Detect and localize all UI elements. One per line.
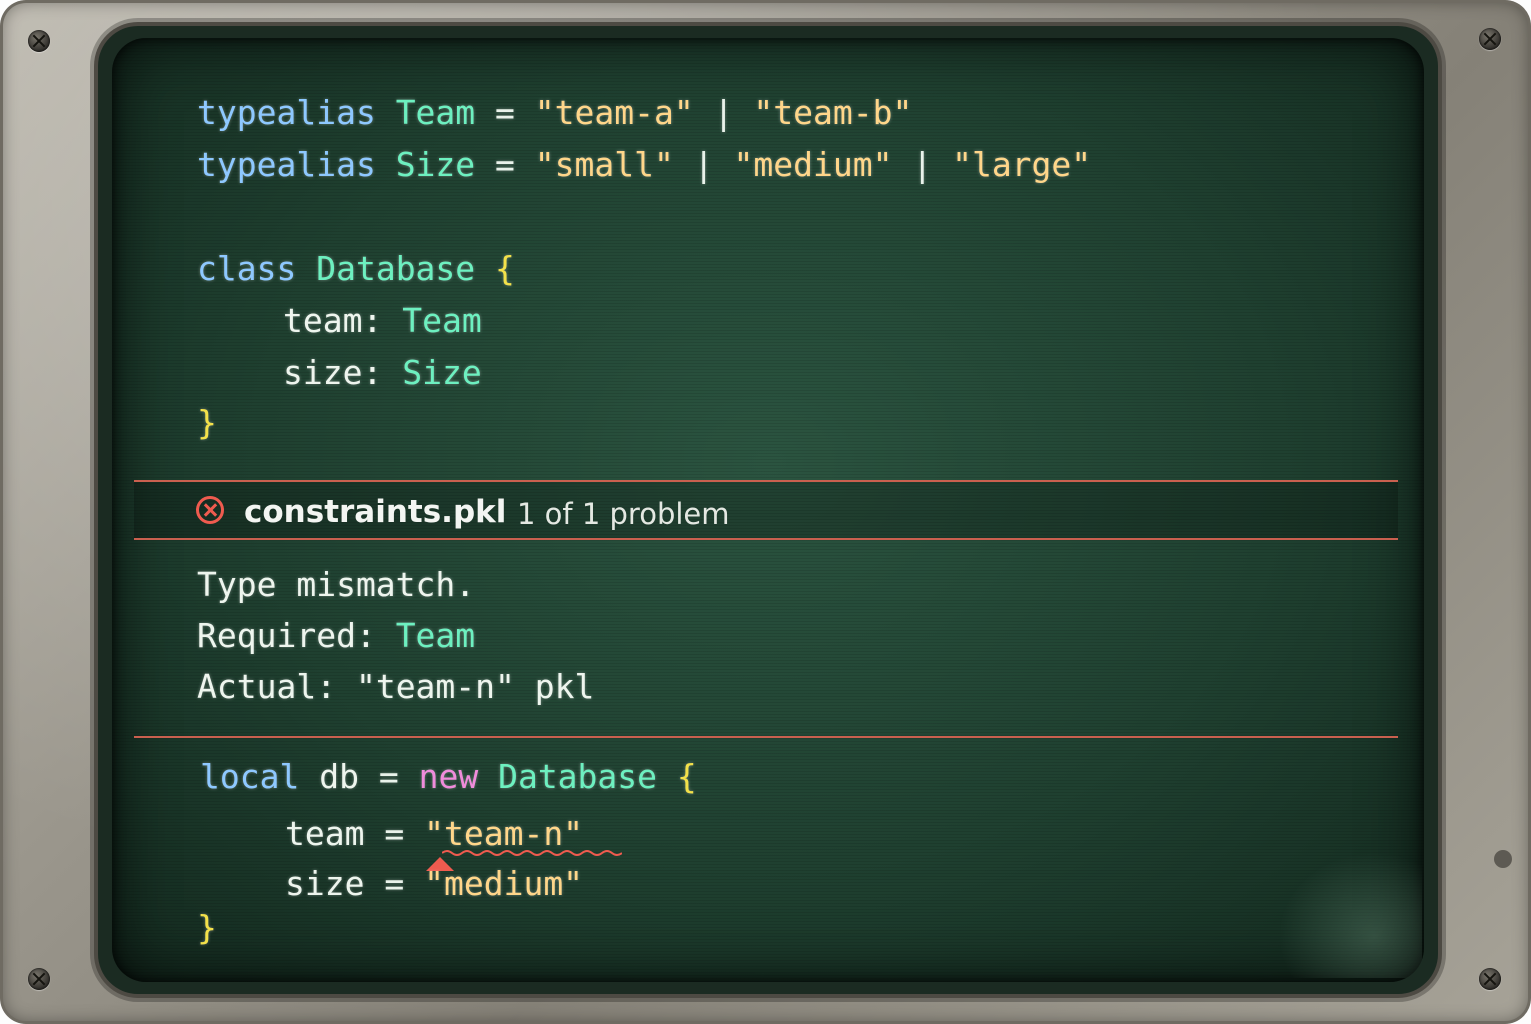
code-line-class-close[interactable]: } (197, 406, 217, 439)
class-name: Database (498, 757, 658, 796)
code-line-class-decl[interactable]: class Database { (197, 252, 515, 285)
code-line-assign-size[interactable]: size = "medium" (285, 867, 583, 900)
string-literal: "team-a" (534, 93, 694, 132)
error-string-literal[interactable]: "team-n" (424, 814, 583, 853)
error-squiggle (442, 850, 622, 856)
code-line-local-decl[interactable]: local db = new Database { (200, 760, 697, 793)
operator: = (384, 864, 405, 903)
knob-icon (1494, 850, 1512, 868)
required-type: Team (395, 616, 476, 655)
field-name: size: (283, 353, 383, 392)
type-name: Size (402, 353, 482, 392)
actual-label: Actual: (197, 667, 337, 706)
operator: = (384, 814, 405, 853)
screw-icon (1479, 968, 1501, 990)
problem-required-line: Required: Team (197, 619, 475, 652)
property-name: size (285, 864, 365, 903)
problem-message-line: Type mismatch. (197, 568, 475, 601)
string-literal: "small" (534, 145, 674, 184)
screen-glare (1262, 838, 1422, 978)
code-line-local-close[interactable]: } (197, 911, 217, 944)
keyword: class (197, 249, 297, 288)
code-line-typealias-size[interactable]: typealias Size = "small" | "medium" | "l… (197, 148, 1091, 181)
screw-icon (28, 30, 50, 52)
keyword: typealias (197, 145, 376, 184)
keyword: local (200, 757, 300, 796)
keyword: typealias (197, 93, 376, 132)
operator: = (495, 93, 515, 132)
string-literal: "team-b" (753, 93, 913, 132)
type-name: Team (395, 93, 476, 132)
operator: | (912, 145, 933, 184)
required-label: Required: (197, 616, 376, 655)
string-literal: "large" (952, 145, 1092, 184)
field-name: team: (283, 301, 383, 340)
brace: { (676, 757, 697, 796)
code-line-typealias-team[interactable]: typealias Team = "team-a" | "team-b" (197, 96, 912, 129)
string-literal: "medium" (424, 864, 584, 903)
problem-count: 1 of 1 problem (517, 497, 730, 531)
screw-icon (28, 968, 50, 990)
new-keyword: new (418, 757, 479, 796)
code-line-field-size[interactable]: size: Size (283, 356, 482, 389)
problem-message: Type mismatch. (197, 565, 476, 604)
brace: { (495, 249, 515, 288)
type-name: Size (395, 145, 476, 184)
string-literal: "medium" (733, 145, 893, 184)
problem-header[interactable]: constraints.pkl 1 of 1 problem (134, 480, 1398, 540)
code-line-assign-team[interactable]: team = "team-n" (285, 817, 583, 850)
variable-name: db (319, 757, 359, 796)
screw-icon (1479, 28, 1501, 50)
type-name: Team (402, 301, 482, 340)
problem-file-name[interactable]: constraints.pkl (244, 494, 506, 530)
error-circle-icon (196, 496, 224, 524)
class-name: Database (316, 249, 476, 288)
code-line-field-team[interactable]: team: Team (283, 304, 482, 337)
operator: | (693, 145, 714, 184)
actual-value: "team-n" pkl (355, 667, 595, 706)
operator: = (378, 757, 399, 796)
operator: = (495, 145, 515, 184)
problem-divider (134, 736, 1398, 738)
property-name: team (285, 814, 365, 853)
operator: | (713, 93, 734, 132)
problem-actual-line: Actual: "team-n" pkl (197, 670, 594, 703)
